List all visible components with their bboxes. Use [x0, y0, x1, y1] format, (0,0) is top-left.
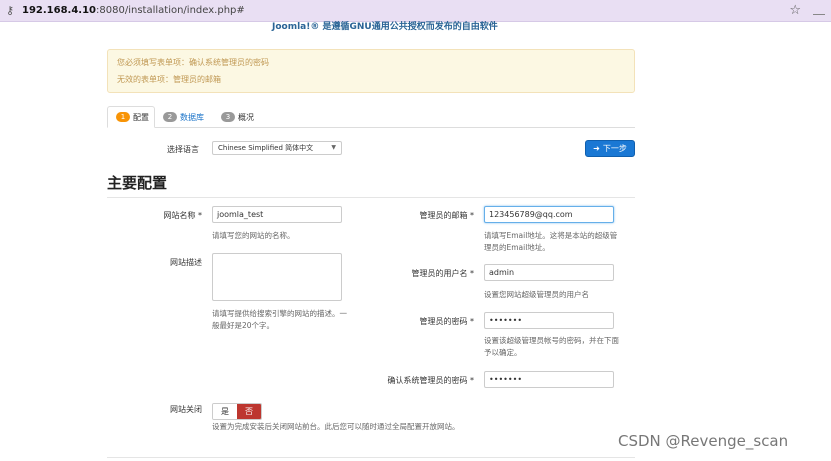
site-desc-label: 网站描述	[170, 258, 202, 267]
next-button[interactable]: ➜ 下一步	[585, 140, 635, 157]
tab-label: 数据库	[180, 112, 204, 122]
window-minimize-icon[interactable]	[813, 14, 825, 15]
admin-username-help: 设置您网站超级管理员的用户名	[484, 290, 589, 299]
site-offline-help: 设置为完成安装后关闭网站前台。此后您可以随时通过全局配置开放网站。	[212, 422, 460, 431]
site-desc-textarea[interactable]	[212, 253, 342, 301]
tab-overview[interactable]: 3 概况	[221, 106, 254, 128]
confirm-password-label: 确认系统管理员的密码 *	[387, 376, 474, 385]
site-offline-toggle[interactable]: 是 否	[212, 403, 262, 420]
warning-alert: 您必须填写表单项：确认系统管理员的密码 无效的表单项：管理员的邮箱	[107, 49, 635, 93]
alert-line-required: 您必须填写表单项：确认系统管理员的密码	[117, 58, 269, 67]
tab-database[interactable]: 2 数据库	[163, 106, 204, 128]
section-title: 主要配置	[107, 174, 168, 192]
admin-password-help-line1: 设置该超级管理员帐号的密码，并在下面	[484, 336, 619, 345]
watermark-text: CSDN @Revenge_scan	[618, 432, 789, 450]
url-text[interactable]: 192.168.4.10:8080/installation/index.php…	[22, 5, 245, 16]
admin-username-input[interactable]: admin	[484, 264, 614, 281]
confirm-password-input[interactable]: •••••••	[484, 371, 614, 388]
admin-password-help-line2: 予以确定。	[484, 348, 522, 357]
step-badge: 2	[163, 112, 177, 122]
bookmark-star-icon[interactable]: ☆	[789, 3, 801, 18]
admin-email-help-line1: 请填写Email地址。这将是本站的超级管	[484, 231, 618, 240]
tab-config[interactable]: 1 配置	[107, 106, 155, 128]
url-path: :8080/installation/index.php#	[96, 5, 245, 16]
admin-username-label: 管理员的用户名 *	[411, 269, 474, 278]
site-name-input[interactable]: joomla_test	[212, 206, 342, 223]
bottom-divider	[107, 457, 635, 458]
language-select[interactable]: Chinese Simplified 简体中文 ▼	[212, 141, 342, 155]
section-divider	[107, 197, 635, 198]
tab-label: 概况	[238, 112, 254, 122]
header-license-text: Joomla!® 是遵循GNU通用公共授权而发布的自由软件	[272, 22, 498, 32]
step-badge: 1	[116, 112, 130, 122]
admin-email-input[interactable]: 123456789@qq.com	[484, 206, 614, 223]
admin-password-input[interactable]: •••••••	[484, 312, 614, 329]
url-host: 192.168.4.10	[22, 5, 97, 16]
key-icon: ⚷	[6, 4, 15, 17]
admin-password-label: 管理员的密码 *	[419, 317, 474, 326]
language-select-value: Chinese Simplified 简体中文	[218, 144, 314, 152]
install-steps-tabs: 1 配置 2 数据库 3 概况	[107, 106, 635, 128]
step-badge: 3	[221, 112, 235, 122]
toggle-no-button[interactable]: 否	[237, 404, 261, 419]
admin-email-label: 管理员的邮箱 *	[419, 211, 474, 220]
chevron-down-icon: ▼	[331, 144, 336, 151]
toggle-yes-button[interactable]: 是	[213, 404, 237, 419]
site-name-label: 网站名称 *	[163, 211, 202, 220]
language-label: 选择语言	[167, 145, 199, 154]
site-desc-help-line2: 般最好是20个字。	[212, 321, 275, 330]
arrow-right-icon: ➜	[593, 144, 600, 153]
site-offline-label: 网站关闭	[170, 405, 202, 414]
admin-email-help-line2: 理员的Email地址。	[484, 243, 550, 252]
site-desc-help-line1: 请填写提供给搜索引擎的网站的描述。一	[212, 309, 347, 318]
alert-line-invalid: 无效的表单项：管理员的邮箱	[117, 75, 221, 84]
next-button-label: 下一步	[602, 144, 627, 153]
tab-label: 配置	[133, 112, 149, 122]
site-name-help: 请填写您的网站的名称。	[212, 231, 295, 240]
